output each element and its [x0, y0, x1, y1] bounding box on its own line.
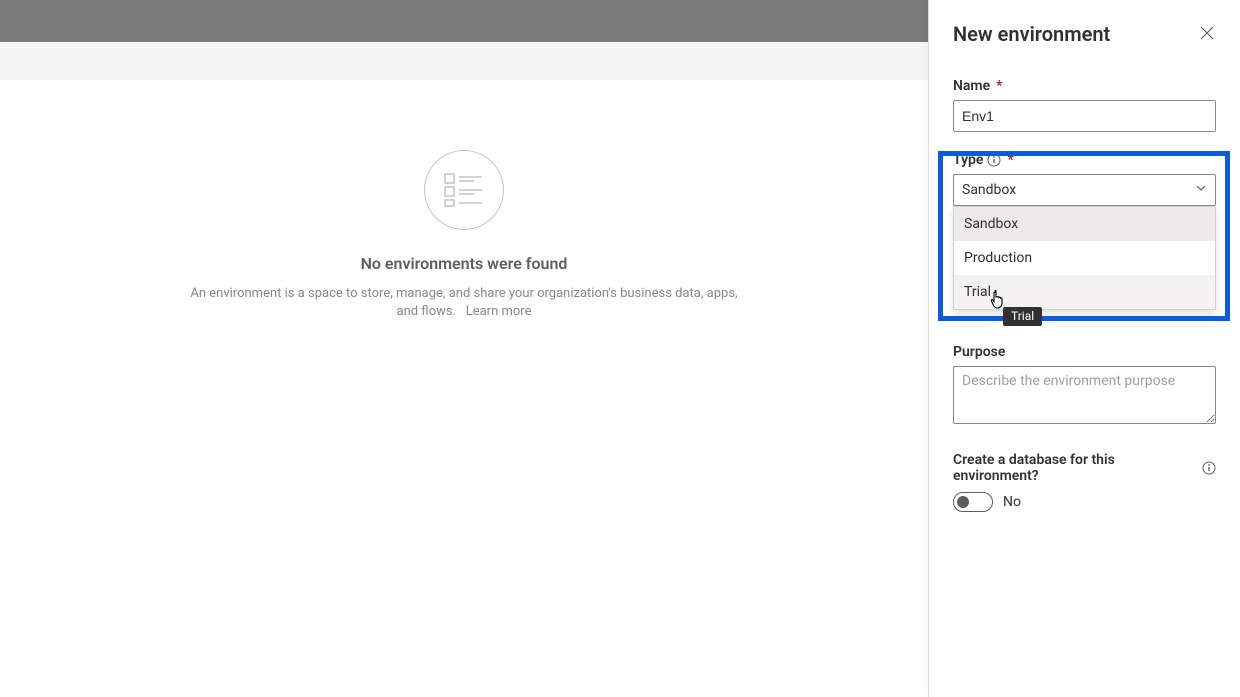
create-database-field: Create a database for this environment? … — [953, 452, 1216, 512]
toggle-knob — [957, 496, 969, 508]
required-marker: * — [996, 78, 1002, 94]
learn-more-link[interactable]: Learn more — [466, 304, 532, 319]
type-option-trial[interactable]: Trial — [954, 275, 1215, 309]
name-label: Name * — [953, 78, 1216, 94]
create-database-label-text: Create a database for this environment? — [953, 452, 1198, 484]
purpose-label: Purpose — [953, 344, 1216, 360]
purpose-label-text: Purpose — [953, 344, 1005, 360]
create-database-label: Create a database for this environment? — [953, 452, 1216, 484]
required-marker: * — [1007, 152, 1013, 168]
type-field: Type * Sandbox Sandbox Production Trial — [953, 152, 1216, 206]
close-icon[interactable] — [1200, 26, 1216, 42]
type-option-label: Sandbox — [964, 216, 1018, 232]
type-label-text: Type — [953, 152, 983, 168]
new-environment-panel: New environment Name * Type * Sandbox — [928, 0, 1240, 697]
type-option-production[interactable]: Production — [954, 241, 1215, 275]
empty-state-icon — [424, 150, 504, 230]
chevron-down-icon — [1195, 182, 1207, 198]
purpose-textarea[interactable] — [953, 366, 1216, 424]
type-label: Type * — [953, 152, 1216, 168]
create-database-toggle-row: No — [953, 492, 1216, 512]
type-option-label: Production — [964, 250, 1032, 266]
type-option-sandbox[interactable]: Sandbox — [954, 207, 1215, 241]
empty-state-description: An environment is a space to store, mana… — [184, 285, 744, 320]
name-input[interactable] — [953, 100, 1216, 132]
type-dropdown[interactable]: Sandbox Sandbox Production Trial — [953, 174, 1216, 206]
type-option-label: Trial — [964, 284, 991, 300]
empty-state-description-text: An environment is a space to store, mana… — [190, 286, 737, 319]
create-database-value: No — [1003, 494, 1021, 510]
empty-state-title: No environments were found — [361, 254, 568, 273]
name-field: Name * — [953, 78, 1216, 132]
info-icon[interactable] — [1202, 461, 1216, 475]
panel-title: New environment — [953, 22, 1110, 46]
purpose-field: Purpose — [953, 344, 1216, 428]
panel-header: New environment — [953, 14, 1216, 54]
type-dropdown-value: Sandbox — [962, 182, 1016, 198]
create-database-toggle[interactable] — [953, 492, 993, 512]
type-dropdown-list: Sandbox Production Trial — [953, 206, 1216, 310]
name-label-text: Name — [953, 78, 990, 94]
info-icon[interactable] — [987, 153, 1001, 167]
empty-state: No environments were found An environmen… — [0, 80, 928, 320]
